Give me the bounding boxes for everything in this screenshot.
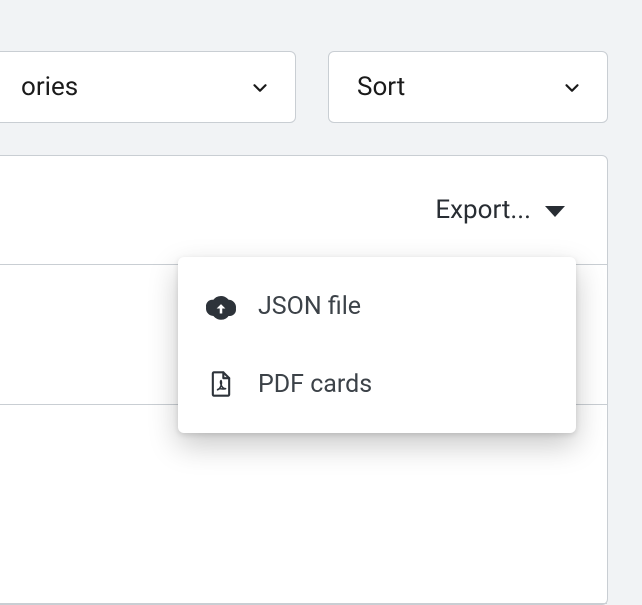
categories-select-label: ories (21, 72, 78, 102)
chevron-down-icon (561, 76, 583, 98)
list-item (0, 404, 607, 604)
sort-select[interactable]: Sort (328, 51, 608, 123)
panel-header: Export... (0, 156, 607, 264)
export-pdf-item[interactable]: PDF cards (178, 345, 576, 423)
pdf-file-icon (206, 369, 236, 399)
export-json-label: JSON file (258, 292, 361, 321)
export-button[interactable]: Export... (435, 195, 565, 225)
sort-select-label: Sort (357, 72, 405, 102)
export-button-label: Export... (435, 195, 531, 225)
categories-select[interactable]: ories (0, 51, 296, 123)
export-pdf-label: PDF cards (258, 370, 372, 399)
caret-down-icon (545, 206, 565, 217)
export-menu: JSON file PDF cards (178, 257, 576, 433)
cloud-download-icon (206, 291, 236, 321)
chevron-down-icon (249, 76, 271, 98)
export-json-item[interactable]: JSON file (178, 267, 576, 345)
